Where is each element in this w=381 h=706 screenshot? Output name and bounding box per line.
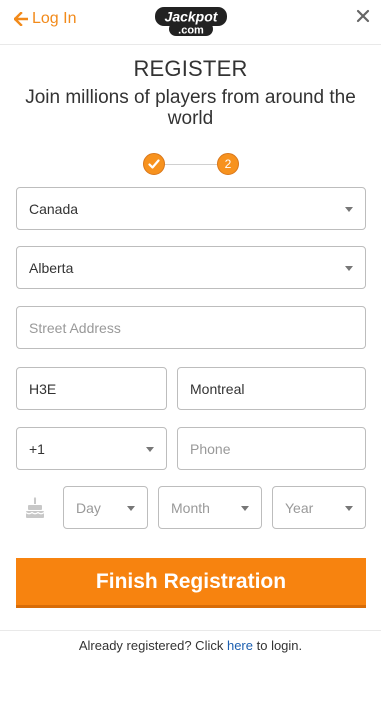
phone-code-value: +1 [29, 440, 45, 457]
checkmark-icon [148, 159, 160, 169]
year-placeholder: Year [285, 499, 314, 516]
step-1-complete [143, 153, 165, 175]
login-prompt: Already registered? Click here to login. [0, 638, 381, 653]
province-value: Alberta [29, 259, 74, 276]
street-address-placeholder: Street Address [29, 319, 121, 336]
logo-text-bottom: .com [178, 25, 204, 37]
arrow-left-icon [14, 12, 28, 26]
phone-input[interactable]: Phone [177, 427, 366, 470]
phone-code-select[interactable]: +1 [16, 427, 167, 470]
month-placeholder: Month [171, 499, 210, 516]
birth-month-select[interactable]: Month [158, 486, 262, 529]
street-address-input[interactable]: Street Address [16, 306, 366, 349]
close-icon[interactable] [356, 9, 370, 23]
finish-registration-label: Finish Registration [95, 569, 287, 593]
step-2-current: 2 [217, 153, 239, 175]
login-prompt-text: Already registered? Click [78, 638, 227, 653]
finish-registration-button[interactable]: Finish Registration [16, 558, 366, 608]
footer-divider [0, 630, 381, 631]
province-select[interactable]: Alberta [16, 246, 366, 289]
phone-placeholder: Phone [190, 440, 231, 457]
step-indicator: 2 [143, 153, 239, 177]
top-bar: Log In Jackpot .com [0, 0, 381, 45]
birth-year-select[interactable]: Year [272, 486, 366, 529]
city-value: Montreal [190, 380, 245, 397]
login-link[interactable]: Log In [14, 10, 76, 28]
birth-day-select[interactable]: Day [63, 486, 148, 529]
login-here-link[interactable]: here [227, 638, 253, 653]
jackpot-logo[interactable]: Jackpot .com [153, 5, 229, 38]
chevron-down-icon [345, 206, 353, 212]
chevron-down-icon [345, 505, 353, 511]
chevron-down-icon [241, 505, 249, 511]
country-value: Canada [29, 200, 79, 217]
step-2-label: 2 [224, 157, 232, 171]
logo-text-top: Jackpot [165, 9, 219, 25]
login-label: Log In [32, 10, 77, 27]
birthday-cake-icon [25, 497, 45, 518]
chevron-down-icon [345, 265, 353, 271]
step-connector [165, 164, 217, 165]
login-prompt-suffix: to login. [253, 638, 303, 653]
chevron-down-icon [146, 446, 154, 452]
postal-code-input[interactable]: H3E [16, 367, 167, 410]
postal-code-value: H3E [29, 380, 57, 397]
page-title: REGISTER [133, 56, 248, 81]
day-placeholder: Day [76, 499, 101, 516]
page-subtitle: Join millions of players from around the… [25, 87, 356, 129]
country-select[interactable]: Canada [16, 187, 366, 230]
chevron-down-icon [127, 505, 135, 511]
city-input[interactable]: Montreal [177, 367, 366, 410]
